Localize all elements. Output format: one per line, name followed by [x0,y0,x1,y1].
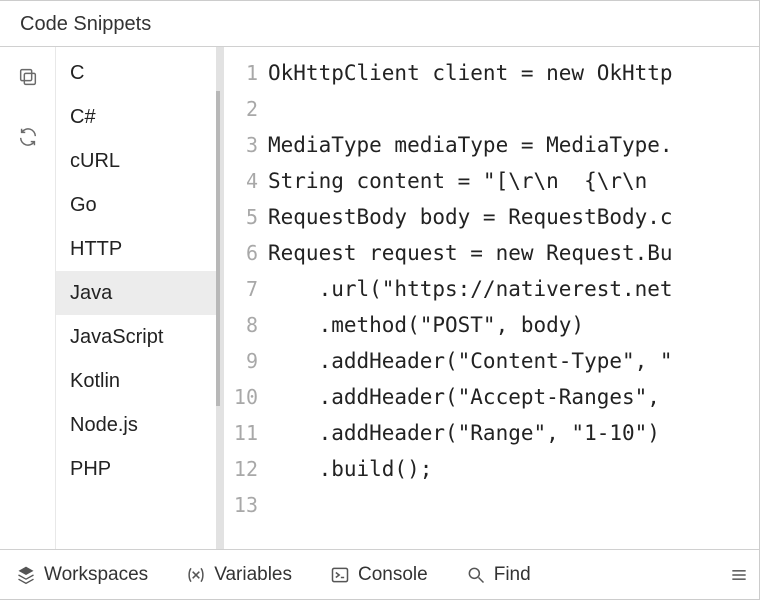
console-label: Console [358,564,428,586]
copy-icon [17,66,39,88]
code-line[interactable]: RequestBody body = RequestBody.c [268,199,759,235]
language-item-php[interactable]: PHP [56,447,216,491]
workspaces-button[interactable]: Workspaces [6,558,158,592]
language-item-c[interactable]: C [56,51,216,95]
code-line[interactable] [268,91,759,127]
code-line[interactable]: MediaType mediaType = MediaType. [268,127,759,163]
status-bar: Workspaces Variables Console Find [0,549,759,599]
line-number: 10 [234,379,258,415]
line-number: 8 [246,307,258,343]
find-button[interactable]: Find [456,558,541,592]
icon-toolbar [0,47,56,549]
line-number: 6 [246,235,258,271]
code-content[interactable]: OkHttpClient client = new OkHttp MediaTyp… [268,55,759,549]
refresh-icon [17,126,39,148]
find-label: Find [494,564,531,586]
line-number: 2 [246,91,258,127]
line-number: 4 [246,163,258,199]
language-list: C C# cURL Go HTTP Java JavaScript Kotlin… [56,47,216,549]
line-number: 12 [234,451,258,487]
language-item-javascript[interactable]: JavaScript [56,315,216,359]
code-line[interactable]: .method("POST", body) [268,307,759,343]
language-item-csharp[interactable]: C# [56,95,216,139]
language-item-curl[interactable]: cURL [56,139,216,183]
line-number: 9 [246,343,258,379]
code-line[interactable]: .build(); [268,451,759,487]
language-item-kotlin[interactable]: Kotlin [56,359,216,403]
code-editor[interactable]: 12345678910111213 OkHttpClient client = … [224,47,759,549]
code-line[interactable]: .addHeader("Content-Type", " [268,343,759,379]
line-number: 1 [246,55,258,91]
variables-button[interactable]: Variables [176,558,302,592]
language-item-http[interactable]: HTTP [56,227,216,271]
language-item-go[interactable]: Go [56,183,216,227]
code-line[interactable]: OkHttpClient client = new OkHttp [268,55,759,91]
editor-scrollbar[interactable] [216,47,224,549]
language-item-java[interactable]: Java [56,271,216,315]
copy-button[interactable] [10,59,46,95]
console-button[interactable]: Console [320,558,438,592]
line-number: 3 [246,127,258,163]
menu-icon[interactable] [729,565,749,585]
code-line[interactable]: .addHeader("Range", "1-10") [268,415,759,451]
code-line[interactable]: Request request = new Request.Bu [268,235,759,271]
search-icon [466,565,486,585]
variables-label: Variables [214,564,292,586]
line-number-gutter: 12345678910111213 [224,55,268,549]
line-number: 5 [246,199,258,235]
refresh-button[interactable] [10,119,46,155]
line-number: 13 [234,487,258,523]
variables-icon [186,565,206,585]
line-number: 11 [234,415,258,451]
main-area: C C# cURL Go HTTP Java JavaScript Kotlin… [0,47,759,549]
code-line[interactable]: String content = "[\r\n {\r\n [268,163,759,199]
status-tail [729,565,753,585]
line-number: 7 [246,271,258,307]
workspaces-icon [16,565,36,585]
language-item-nodejs[interactable]: Node.js [56,403,216,447]
panel-title: Code Snippets [0,1,759,47]
workspaces-label: Workspaces [44,564,148,586]
code-line[interactable]: .addHeader("Accept-Ranges", [268,379,759,415]
console-icon [330,565,350,585]
code-line[interactable] [268,487,759,523]
code-line[interactable]: .url("https://nativerest.net [268,271,759,307]
